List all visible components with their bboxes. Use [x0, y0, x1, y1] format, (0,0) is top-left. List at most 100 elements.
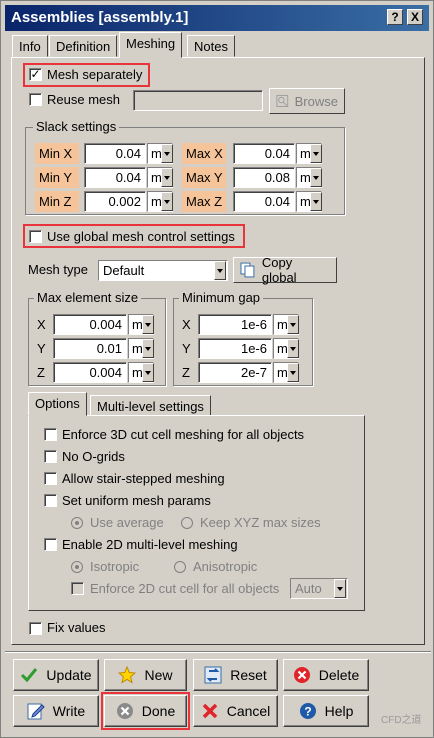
use-global-checkbox[interactable]: [29, 230, 42, 243]
reset-button[interactable]: Reset: [193, 659, 278, 691]
help-button[interactable]: ? Help: [283, 695, 369, 727]
min-gap-z-dropdown-icon[interactable]: [287, 363, 299, 382]
subtab-options[interactable]: Options: [28, 392, 87, 416]
enable-2d-label: Enable 2D multi-level meshing: [62, 537, 238, 552]
stair-stepped-checkbox[interactable]: [44, 472, 57, 485]
fix-values-label: Fix values: [47, 620, 106, 635]
uniform-mesh-checkbox[interactable]: [44, 494, 57, 507]
min-z-unit-dropdown-icon[interactable]: [161, 192, 173, 211]
mesh-separately-label: Mesh separately: [47, 67, 143, 82]
uniform-mesh-label: Set uniform mesh params: [62, 493, 211, 508]
no-ogrids-checkbox[interactable]: [44, 450, 57, 463]
copy-global-button[interactable]: Copy global: [233, 255, 337, 285]
min-gap-z-label: Z: [182, 365, 190, 380]
done-label: Done: [141, 703, 176, 719]
new-button[interactable]: New: [104, 659, 187, 691]
isotropic-radio: [71, 561, 83, 573]
minimum-gap-title: Minimum gap: [179, 290, 264, 305]
mesh-type-label: Mesh type: [28, 262, 88, 277]
mesh-type-dropdown-icon[interactable]: [214, 261, 226, 280]
watermark-text: CFD之道: [381, 715, 422, 726]
delete-label: Delete: [318, 667, 360, 683]
no-ogrids-label: No O-grids: [62, 449, 125, 464]
max-y-input[interactable]: 0.08: [233, 167, 295, 188]
max-y-label: Max Y: [182, 167, 226, 188]
use-global-label: Use global mesh control settings: [47, 229, 235, 244]
max-element-x-label: X: [37, 317, 46, 332]
assemblies-dialog: Assemblies [assembly.1] ? X Info Definit…: [0, 0, 434, 738]
slack-settings-title: Slack settings: [33, 119, 120, 134]
min-gap-y-input[interactable]: 1e-6: [198, 338, 272, 359]
reuse-mesh-field: [133, 90, 263, 111]
max-element-z-input[interactable]: 0.004: [53, 362, 127, 383]
title-bar[interactable]: Assemblies [assembly.1] ? X: [5, 5, 429, 31]
cancel-button[interactable]: Cancel: [193, 695, 278, 727]
help-label: Help: [324, 703, 354, 719]
enforce-3d-checkbox[interactable]: [44, 428, 57, 441]
mesh-type-select[interactable]: Default: [98, 260, 228, 281]
checkmark-icon: [21, 668, 38, 683]
min-x-unit-dropdown-icon[interactable]: [161, 144, 173, 163]
subtab-multi-level[interactable]: Multi-level settings: [90, 395, 211, 416]
min-y-input[interactable]: 0.04: [84, 167, 146, 188]
tab-info[interactable]: Info: [12, 35, 48, 57]
use-average-radio: [71, 517, 83, 529]
tab-notes[interactable]: Notes: [187, 35, 235, 57]
max-y-unit-dropdown-icon[interactable]: [310, 168, 322, 187]
min-z-input[interactable]: 0.002: [84, 191, 146, 212]
help-title-button[interactable]: ?: [387, 9, 403, 25]
min-gap-z-input[interactable]: 2e-7: [198, 362, 272, 383]
svg-text:?: ?: [304, 705, 311, 719]
enforce-2d-checkbox: [71, 582, 84, 595]
tab-meshing[interactable]: Meshing: [119, 32, 183, 58]
max-element-y-label: Y: [37, 341, 46, 356]
max-element-z-label: Z: [37, 365, 45, 380]
enforce-3d-label: Enforce 3D cut cell meshing for all obje…: [62, 427, 305, 442]
reuse-mesh-label: Reuse mesh: [47, 92, 120, 107]
min-gap-x-dropdown-icon[interactable]: [287, 315, 299, 334]
min-z-label: Min Z: [35, 191, 79, 212]
min-y-unit-dropdown-icon[interactable]: [161, 168, 173, 187]
min-x-label: Min X: [35, 143, 79, 164]
delete-button[interactable]: Delete: [283, 659, 369, 691]
delete-icon: [293, 667, 310, 683]
isotropic-label: Isotropic: [90, 559, 140, 574]
max-element-y-dropdown-icon[interactable]: [142, 339, 154, 358]
write-button[interactable]: Write: [13, 695, 99, 727]
fix-values-checkbox[interactable]: [29, 622, 42, 635]
use-average-label: Use average: [90, 515, 164, 530]
mesh-separately-checkbox[interactable]: ✓: [29, 68, 42, 81]
max-z-unit-dropdown-icon[interactable]: [310, 192, 322, 211]
min-gap-x-input[interactable]: 1e-6: [198, 314, 272, 335]
min-x-input[interactable]: 0.04: [84, 143, 146, 164]
update-button[interactable]: Update: [13, 659, 99, 691]
keep-xyz-radio: [181, 517, 193, 529]
done-icon: [116, 703, 133, 719]
enable-2d-checkbox[interactable]: [44, 538, 57, 551]
new-label: New: [144, 667, 173, 683]
cancel-icon: [202, 703, 217, 719]
enforce-2d-mode-dropdown-icon: [334, 579, 346, 598]
max-element-x-dropdown-icon[interactable]: [142, 315, 154, 334]
copy-global-label: Copy global: [261, 255, 297, 285]
browse-button: Browse: [269, 88, 345, 114]
max-element-z-dropdown-icon[interactable]: [142, 363, 154, 382]
min-gap-y-dropdown-icon[interactable]: [287, 339, 299, 358]
max-element-size-title: Max element size: [34, 290, 142, 305]
button-divider: [5, 651, 431, 653]
update-label: Update: [46, 667, 92, 683]
max-element-x-input[interactable]: 0.004: [53, 314, 127, 335]
max-x-label: Max X: [182, 143, 226, 164]
max-x-input[interactable]: 0.04: [233, 143, 295, 164]
max-z-input[interactable]: 0.04: [233, 191, 295, 212]
reuse-mesh-checkbox[interactable]: [29, 93, 42, 106]
done-button[interactable]: Done: [104, 695, 187, 727]
max-element-y-input[interactable]: 0.01: [53, 338, 127, 359]
copy-icon: [240, 262, 255, 278]
tab-definition[interactable]: Definition: [49, 35, 118, 57]
max-x-unit-dropdown-icon[interactable]: [310, 144, 322, 163]
enforce-2d-label: Enforce 2D cut cell for all objects: [90, 581, 280, 596]
stair-stepped-label: Allow stair-stepped meshing: [62, 471, 225, 486]
browse-label: Browse: [294, 93, 338, 109]
close-button[interactable]: X: [407, 9, 423, 25]
